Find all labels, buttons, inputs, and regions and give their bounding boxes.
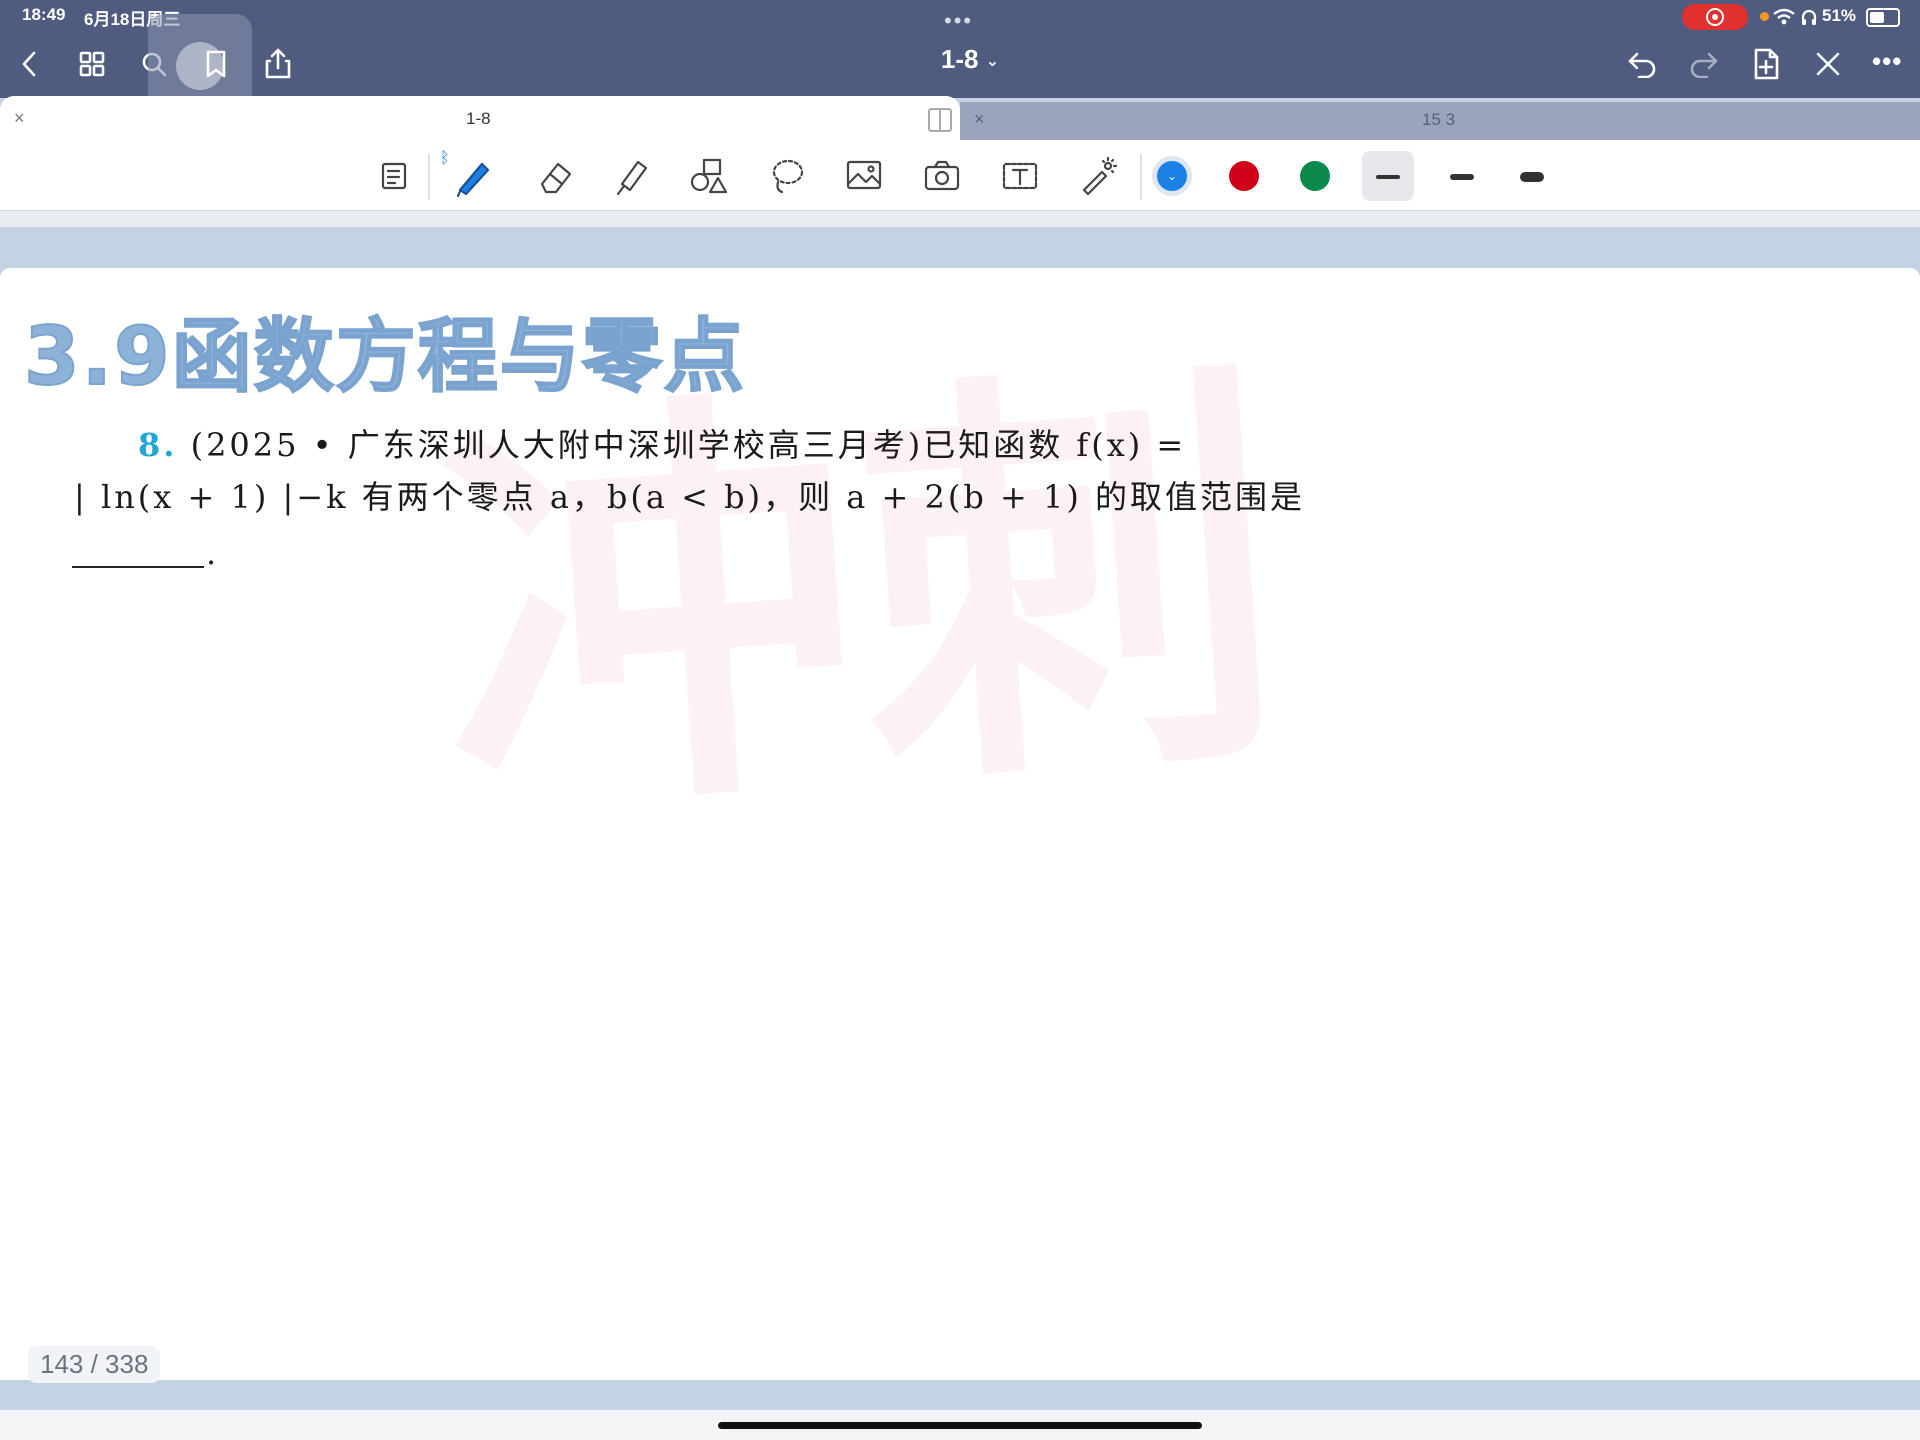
close-tab-icon[interactable]: × bbox=[974, 109, 985, 130]
page-mode-tool[interactable] bbox=[368, 150, 420, 202]
color-swatch-red[interactable] bbox=[1229, 161, 1259, 191]
lasso-tool[interactable] bbox=[760, 150, 812, 202]
shapes-tool[interactable] bbox=[682, 150, 734, 202]
split-view-icon[interactable] bbox=[928, 108, 952, 132]
home-indicator[interactable] bbox=[718, 1422, 1202, 1429]
laser-pointer-tool[interactable] bbox=[1072, 150, 1124, 202]
close-tab-icon[interactable]: × bbox=[14, 108, 25, 129]
tab-label: 1-8 bbox=[466, 109, 491, 128]
text-tool[interactable] bbox=[994, 150, 1046, 202]
image-icon bbox=[846, 160, 882, 190]
color-swatch-green[interactable] bbox=[1300, 161, 1330, 191]
stroke-width-thin[interactable] bbox=[1362, 151, 1414, 201]
add-page-icon bbox=[1754, 48, 1779, 80]
color-swatch-blue[interactable]: ⌄ bbox=[1152, 156, 1192, 196]
problem-number: 8. bbox=[138, 426, 178, 464]
chevron-down-icon: ⌄ bbox=[1157, 161, 1187, 191]
document-title: 1-8 bbox=[940, 44, 979, 74]
pen-tool[interactable] bbox=[448, 150, 500, 202]
camera-icon bbox=[924, 160, 960, 191]
status-time: 18:49 bbox=[22, 5, 66, 24]
undo-icon bbox=[1628, 52, 1656, 78]
eraser-tool[interactable] bbox=[530, 150, 582, 202]
screen-record-indicator[interactable] bbox=[1682, 4, 1748, 30]
redo-button[interactable] bbox=[1682, 42, 1726, 86]
stroke-width-thick[interactable] bbox=[1506, 151, 1558, 201]
pen-off-icon bbox=[1816, 52, 1840, 76]
problem-text: (2025 • 广东深圳人大附中深圳学校高三月考)已知函数 f(x) = bbox=[190, 426, 1187, 464]
toolbar-divider bbox=[1140, 154, 1142, 200]
text-box-icon bbox=[1002, 162, 1038, 190]
laser-pointer-icon bbox=[1082, 156, 1118, 196]
redo-icon bbox=[1690, 52, 1718, 78]
chevron-down-icon: ⌄ bbox=[985, 53, 1000, 71]
page-indicator: 143 / 338 bbox=[28, 1346, 161, 1383]
back-button[interactable] bbox=[8, 42, 52, 86]
page-mode-icon bbox=[381, 162, 407, 190]
problem-line-1: 8. (2025 • 广东深圳人大附中深圳学校高三月考)已知函数 f(x) = bbox=[138, 420, 1186, 466]
answer-blank bbox=[72, 566, 204, 568]
problem-line-2: | ln(x + 1) |−k 有两个零点 a，b(a < b)，则 a + 2… bbox=[74, 478, 1305, 516]
battery-icon bbox=[1866, 8, 1900, 27]
lasso-icon bbox=[772, 159, 804, 194]
close-editing-button[interactable] bbox=[1806, 42, 1850, 86]
record-icon bbox=[1706, 8, 1724, 26]
share-icon bbox=[265, 48, 291, 79]
tab-label: 15 3 bbox=[1422, 110, 1456, 129]
shapes-icon bbox=[690, 158, 728, 194]
more-icon[interactable]: ••• bbox=[1872, 46, 1902, 77]
grid-icon bbox=[79, 51, 105, 77]
section-title: 3.9函数方程与零点 bbox=[23, 309, 746, 404]
highlighter-icon bbox=[616, 160, 648, 196]
mic-indicator-icon bbox=[1760, 12, 1769, 21]
add-page-button[interactable] bbox=[1744, 42, 1788, 86]
share-button[interactable] bbox=[256, 42, 300, 86]
chevron-left-icon bbox=[22, 51, 36, 77]
headphones-icon bbox=[1801, 9, 1817, 25]
image-tool[interactable] bbox=[838, 150, 890, 202]
wifi-icon bbox=[1773, 8, 1795, 25]
page-gap bbox=[0, 211, 1920, 227]
pdf-page[interactable]: 冲刺 3.9函数方程与零点 8. (2025 • 广东深圳人大附中深圳学校高三月… bbox=[0, 268, 1920, 1380]
multitask-dots-icon[interactable]: ••• bbox=[944, 8, 973, 34]
camera-tool[interactable] bbox=[916, 150, 968, 202]
problem-end: . bbox=[206, 534, 220, 572]
thumbnails-button[interactable] bbox=[70, 42, 114, 86]
bookmark-button[interactable] bbox=[194, 42, 238, 86]
document-title-menu[interactable]: 1-8 ⌄ bbox=[900, 44, 1040, 75]
pen-icon bbox=[456, 162, 490, 198]
eraser-icon bbox=[540, 162, 572, 194]
undo-button[interactable] bbox=[1620, 42, 1664, 86]
stroke-width-medium[interactable] bbox=[1436, 151, 1488, 201]
highlighter-tool[interactable] bbox=[606, 150, 658, 202]
bookmark-icon bbox=[206, 50, 226, 78]
battery-percent: 51% bbox=[1822, 6, 1857, 25]
toolbar-divider bbox=[428, 154, 430, 200]
